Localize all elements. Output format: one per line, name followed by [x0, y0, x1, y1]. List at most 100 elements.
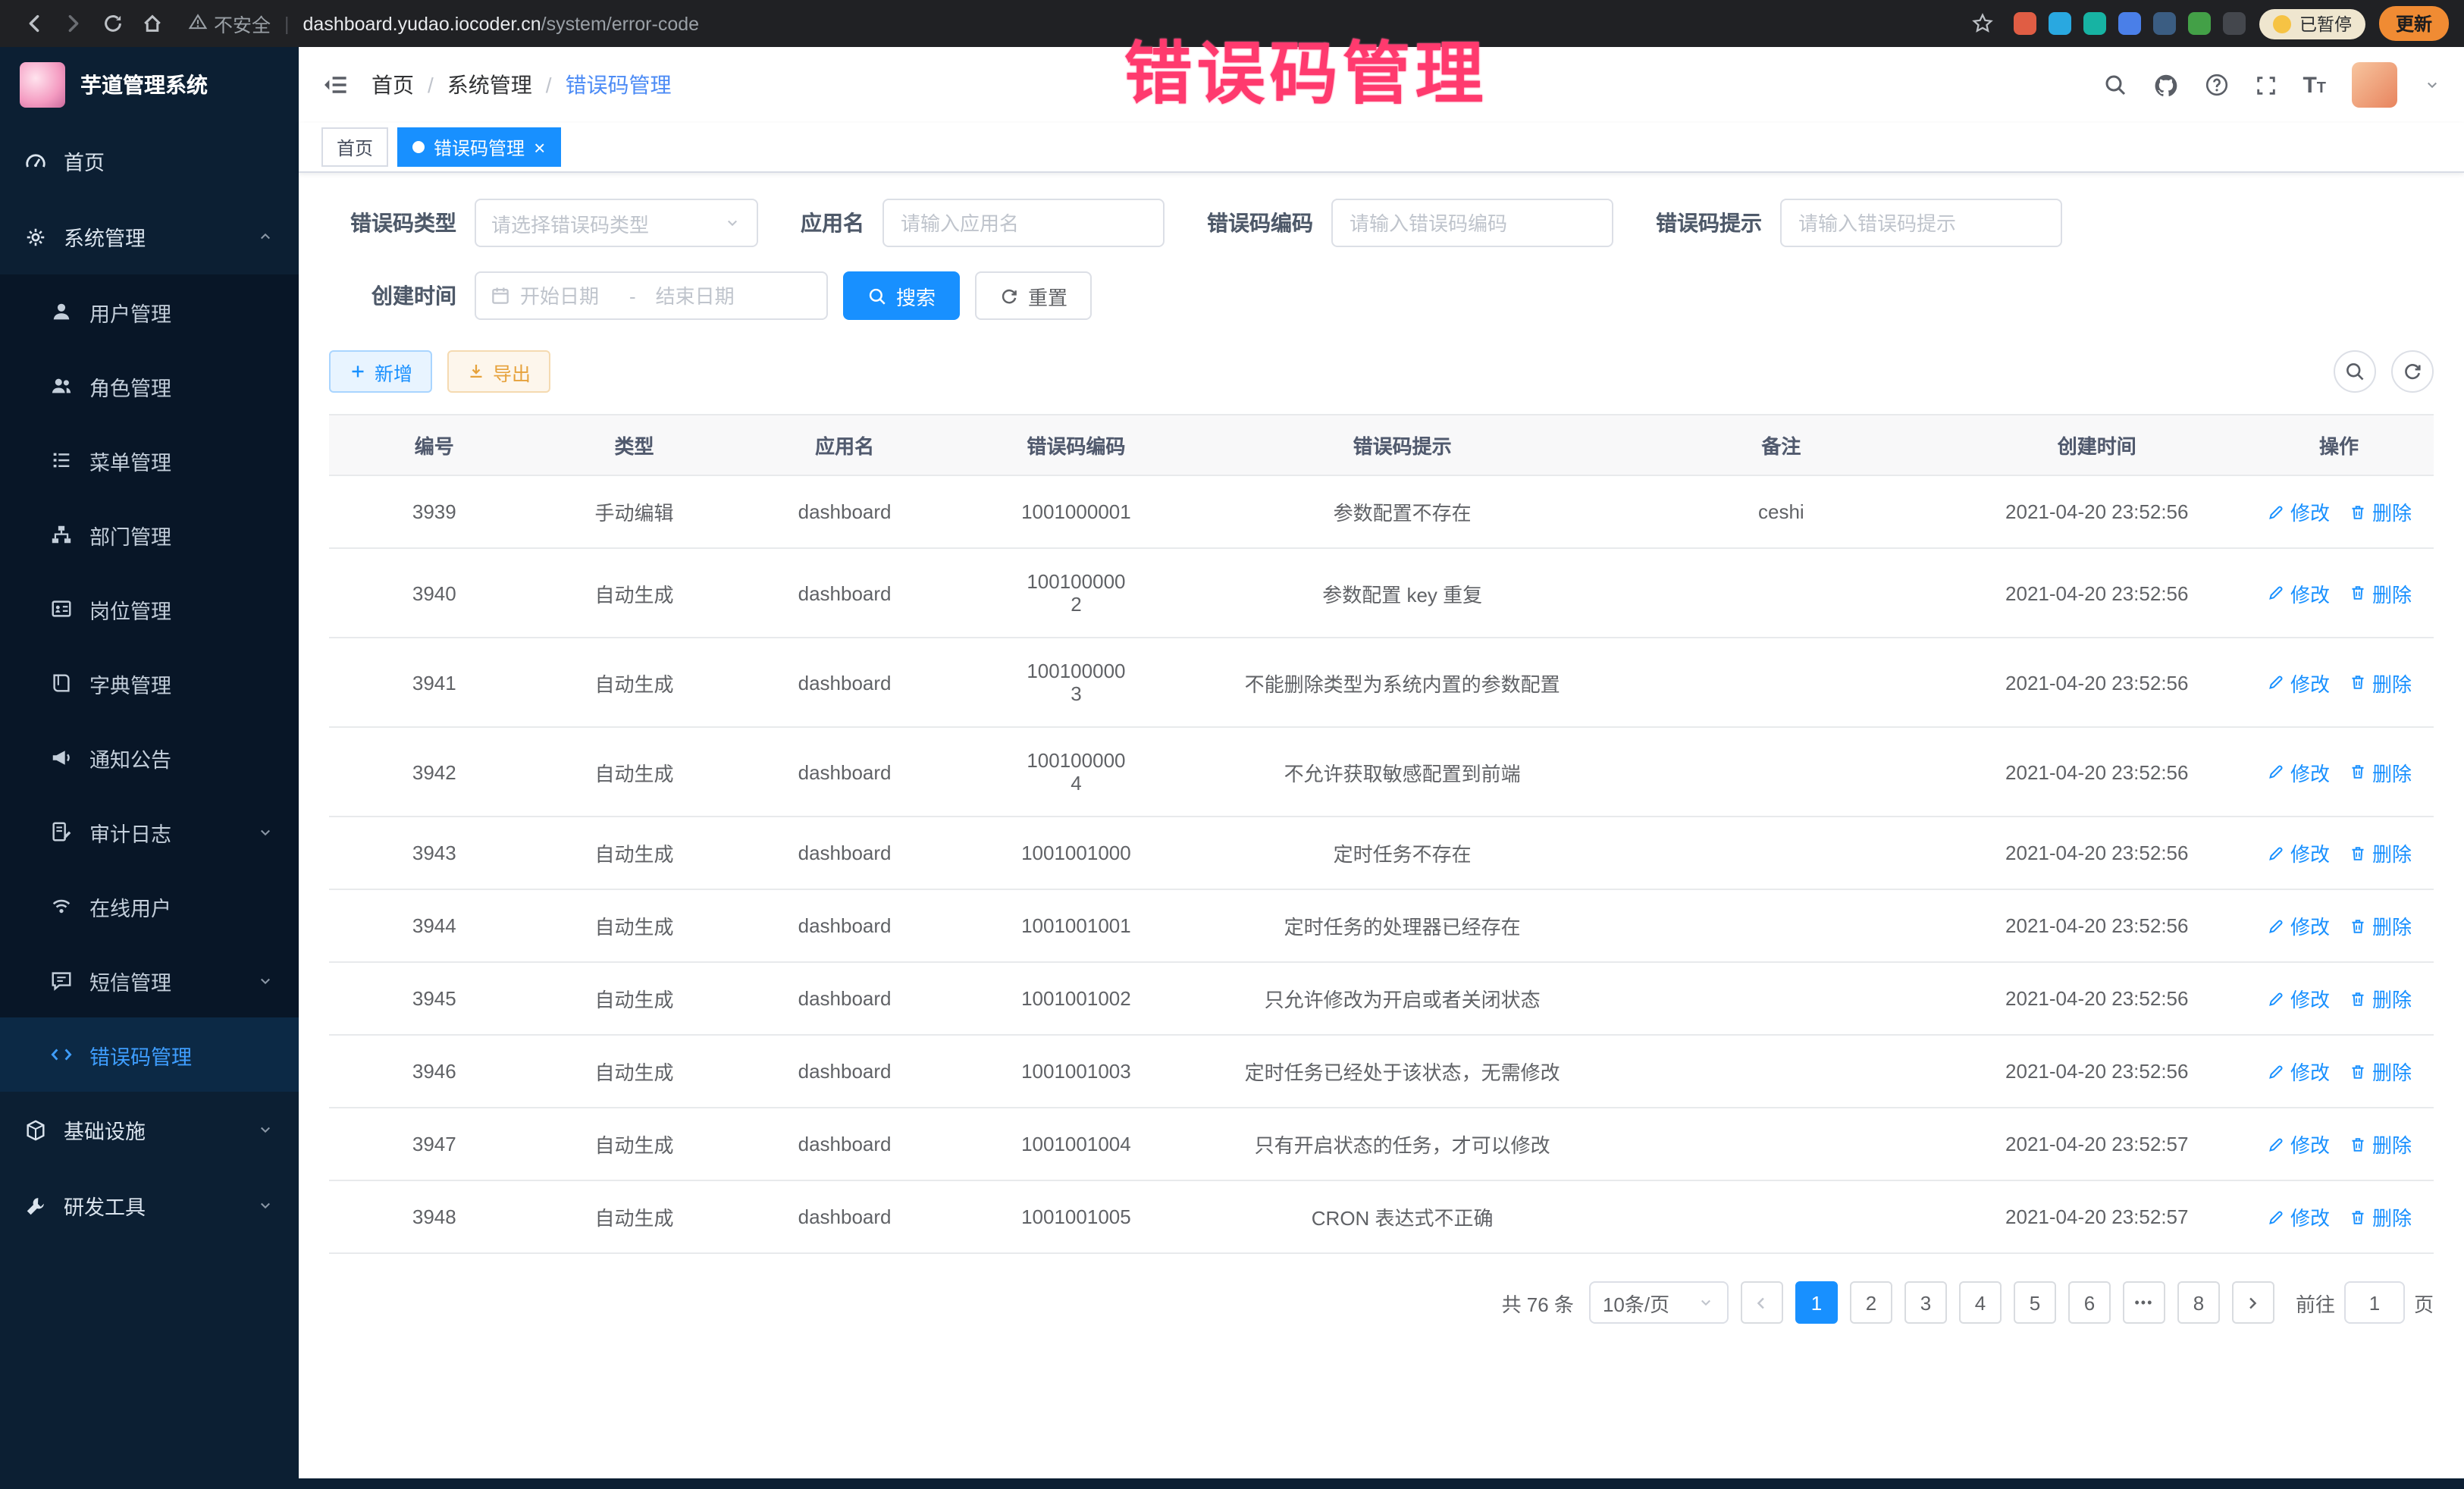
browser-home-icon[interactable]	[133, 5, 170, 42]
green-leaf-extension-icon[interactable]	[2189, 12, 2212, 35]
export-button[interactable]: 导出	[447, 350, 550, 393]
sidebar-item-notice[interactable]: 通知公告	[0, 720, 299, 795]
sidebar-item-error-code[interactable]: 错误码管理	[0, 1017, 299, 1092]
avatar-caret-icon[interactable]	[2423, 76, 2441, 94]
error-type-select[interactable]: 请选择错误码类型	[475, 199, 758, 247]
total-count: 共 76 条	[1502, 1288, 1574, 1317]
search-icon[interactable]	[2102, 73, 2127, 97]
onetab-extension-icon[interactable]	[2154, 12, 2177, 35]
sidebar-item-label: 审计日志	[89, 817, 171, 847]
fullscreen-icon[interactable]	[2254, 74, 2277, 96]
browser-forward-icon[interactable]	[55, 5, 91, 42]
delete-button[interactable]: 删除	[2348, 497, 2412, 526]
delete-button[interactable]: 删除	[2348, 757, 2412, 786]
edit-button[interactable]: 修改	[2266, 1130, 2330, 1158]
cell-remark	[1613, 548, 1949, 638]
cell-msg: 定时任务不存在	[1192, 817, 1613, 889]
edit-button[interactable]: 修改	[2266, 911, 2330, 940]
delete-button[interactable]: 删除	[2348, 839, 2412, 867]
sidebar-item-system[interactable]: 系统管理	[0, 199, 299, 274]
page-button-8[interactable]: 8	[2177, 1281, 2220, 1324]
browser-back-icon[interactable]	[15, 5, 52, 42]
sidebar-item-dict[interactable]: 字典管理	[0, 646, 299, 720]
sidebar-item-online-user[interactable]: 在线用户	[0, 869, 299, 943]
more-pages-button[interactable]: •••	[2123, 1281, 2165, 1324]
bookmark-star-icon[interactable]	[1964, 5, 2001, 42]
edit-button[interactable]: 修改	[2266, 497, 2330, 526]
edit-button[interactable]: 修改	[2266, 1057, 2330, 1086]
app-name-input[interactable]	[882, 199, 1165, 247]
address-bar[interactable]: 不安全 | dashboard.yudao.iocoder.cn/system/…	[188, 9, 1964, 38]
tab-错误码管理[interactable]: 错误码管理×	[397, 127, 560, 167]
next-page-button[interactable]	[2232, 1281, 2274, 1324]
delete-button[interactable]: 删除	[2348, 668, 2412, 697]
page-button-3[interactable]: 3	[1904, 1281, 1947, 1324]
browser-update-button[interactable]: 更新	[2379, 6, 2449, 41]
edit-button[interactable]: 修改	[2266, 1202, 2330, 1231]
delete-button[interactable]: 删除	[2348, 1202, 2412, 1231]
page-button-4[interactable]: 4	[1959, 1281, 2002, 1324]
user-avatar[interactable]	[2352, 62, 2397, 108]
font-size-icon[interactable]: TT	[2303, 72, 2326, 98]
help-icon[interactable]	[2204, 73, 2228, 97]
date-range-picker[interactable]: -	[475, 271, 828, 320]
error-code-input[interactable]	[1331, 199, 1613, 247]
sidebar-item-menu[interactable]: 菜单管理	[0, 423, 299, 497]
green-v-extension-icon[interactable]	[2084, 12, 2107, 35]
error-msg-input[interactable]	[1780, 199, 2062, 247]
page-button-6[interactable]: 6	[2068, 1281, 2111, 1324]
search-button[interactable]: 搜索	[843, 271, 960, 320]
page-button-5[interactable]: 5	[2014, 1281, 2056, 1324]
sidebar-item-sms[interactable]: 短信管理	[0, 943, 299, 1017]
dark-puzzle-extension-icon[interactable]	[2224, 12, 2246, 35]
sidebar-toggle-icon[interactable]	[321, 71, 349, 99]
paused-badge[interactable]: 已暂停	[2260, 8, 2365, 39]
edit-button[interactable]: 修改	[2266, 984, 2330, 1013]
edit-button[interactable]: 修改	[2266, 578, 2330, 607]
sidebar-item-infra[interactable]: 基础设施	[0, 1092, 299, 1168]
add-button[interactable]: 新增	[329, 350, 432, 393]
edit-button[interactable]: 修改	[2266, 839, 2330, 867]
blue-grid-extension-icon[interactable]	[2119, 12, 2142, 35]
app-logo[interactable]: 芋道管理系统	[0, 47, 299, 123]
page-button-1[interactable]: 1	[1795, 1281, 1838, 1324]
sidebar-item-role[interactable]: 角色管理	[0, 349, 299, 423]
goto-label: 前往	[2296, 1288, 2335, 1317]
edit-button[interactable]: 修改	[2266, 668, 2330, 697]
tab-首页[interactable]: 首页	[321, 127, 388, 167]
sidebar-item-dev-tools[interactable]: 研发工具	[0, 1168, 299, 1243]
sidebar-item-post[interactable]: 岗位管理	[0, 572, 299, 646]
delete-button[interactable]: 删除	[2348, 984, 2412, 1013]
pencil-icon	[2266, 917, 2284, 935]
browser-reload-icon[interactable]	[94, 5, 130, 42]
delete-button[interactable]: 删除	[2348, 578, 2412, 607]
edit-button[interactable]: 修改	[2266, 757, 2330, 786]
delete-button[interactable]: 删除	[2348, 1130, 2412, 1158]
goto-page-input[interactable]	[2344, 1281, 2405, 1324]
app-name-label: 应用名	[801, 208, 864, 238]
refresh-table-button[interactable]	[2391, 350, 2434, 393]
sidebar-item-audit-log[interactable]: 审计日志	[0, 795, 299, 869]
cell-msg: CRON 表达式不正确	[1192, 1180, 1613, 1253]
delete-button[interactable]: 删除	[2348, 1057, 2412, 1086]
breadcrumb-item[interactable]: 首页	[371, 70, 414, 100]
sidebar-item-dept[interactable]: 部门管理	[0, 497, 299, 572]
delete-button[interactable]: 删除	[2348, 911, 2412, 940]
prev-page-button[interactable]	[1741, 1281, 1783, 1324]
github-icon[interactable]	[2152, 72, 2178, 98]
page-button-2[interactable]: 2	[1850, 1281, 1892, 1324]
red-circle-extension-icon[interactable]	[2014, 12, 2037, 35]
toggle-search-button[interactable]	[2334, 350, 2376, 393]
reset-button[interactable]: 重置	[975, 271, 1092, 320]
tab-close-icon[interactable]: ×	[534, 137, 545, 157]
breadcrumb-item[interactable]: 系统管理	[447, 70, 532, 100]
sidebar-item-user[interactable]: 用户管理	[0, 274, 299, 349]
blue-drop-extension-icon[interactable]	[2049, 12, 2072, 35]
wrench-icon	[24, 1194, 47, 1217]
date-start-input[interactable]	[520, 284, 620, 307]
date-end-input[interactable]	[645, 284, 745, 307]
table-row: 3944自动生成dashboard1001001001定时任务的处理器已经存在2…	[329, 889, 2434, 962]
sidebar-item-home[interactable]: 首页	[0, 123, 299, 199]
cell-type: 自动生成	[540, 889, 729, 962]
page-size-select[interactable]: 10条/页	[1589, 1281, 1729, 1324]
